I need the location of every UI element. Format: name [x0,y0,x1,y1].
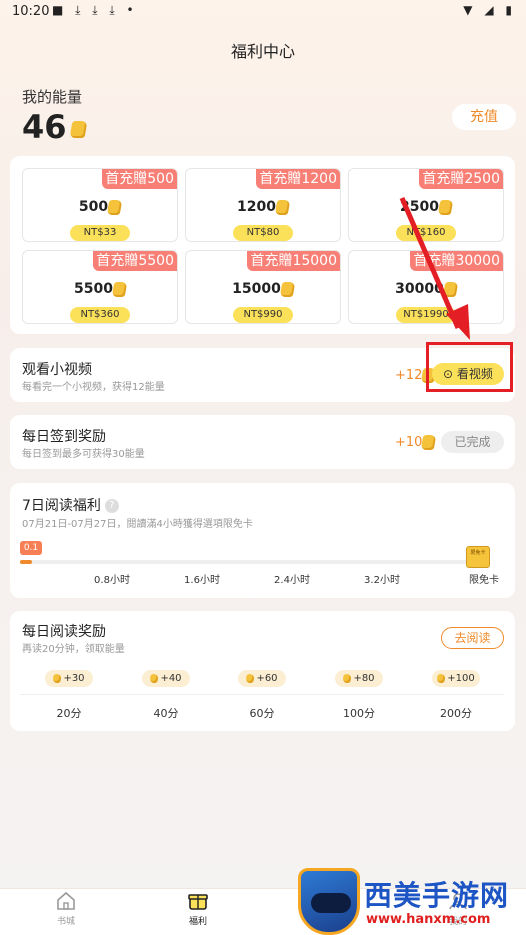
reward-chip: +30 [45,670,93,687]
coin-icon [245,673,256,683]
reward-time: 20分 [56,707,82,720]
reward-chip: +60 [238,670,286,687]
progress-fill [20,560,32,564]
tab-bookstore[interactable]: 书城 [26,891,106,927]
pack-amount: 15000 [186,281,340,297]
watermark-logo: 西美手游网 www.hanxm.com [298,868,526,935]
annotation-highlight-box [426,342,513,392]
promo-badge: 首充贈1200 [256,169,340,189]
video-task-subtitle: 每看完一个小视频，获得12能量 [22,382,165,393]
free-card-label: 限免卡 [469,575,499,586]
recharge-pack[interactable]: 首充贈5500 5500 NT$360 [22,250,178,324]
coin-icon [436,673,447,683]
checkin-task-reward: +10 [395,435,437,450]
reward-chip: +100 [432,670,480,687]
coin-icon [274,199,291,215]
energy-value: 46 [22,108,88,146]
watermark-url: www.hanxm.com [366,912,491,927]
progress-tick: 3.2小时 [364,575,400,586]
pack-price: NT$33 [70,225,130,241]
free-card-icon: 限免卡 [466,546,490,568]
energy-coin-icon [69,120,88,138]
recharge-button[interactable]: 充值 [452,104,516,130]
pack-amount: 1200 [186,199,340,215]
tab-label: 书城 [56,917,75,927]
help-icon[interactable]: ? [104,499,119,513]
reward-chip: +80 [335,670,383,687]
coin-icon [52,673,63,683]
pack-price: NT$80 [233,225,293,241]
progress-tick: 1.6小时 [184,575,220,586]
daily-read-title: 每日阅读奖励 [22,624,106,640]
progress-track [20,560,484,564]
checkin-task-card: 每日签到奖励 每日签到最多可获得30能量 +10 [10,415,515,469]
video-task-title: 观看小视频 [22,362,92,378]
reward-chip: +40 [142,670,190,687]
progress-tick: 2.4小时 [274,575,310,586]
promo-badge: 首充贈500 [102,169,177,189]
annotation-arrow-icon [399,197,470,340]
coin-icon [421,435,437,450]
reward-divider [20,694,504,695]
energy-label: 我的能量 [22,88,83,106]
shield-logo-icon [298,868,360,935]
pack-price: NT$360 [70,307,130,323]
tab-welfare[interactable]: 福利 [158,891,238,927]
pack-amount: 500 [23,199,177,215]
coin-icon [149,673,160,683]
status-bar: 10:20 ■ ⤓ ⤓ ⤓ • ▼ ◢ ▮ [0,0,526,24]
coin-icon [342,673,353,683]
reward-time: 60分 [249,707,275,720]
gift-icon [188,894,208,910]
checkin-task-subtitle: 每日签到最多可获得30能量 [22,449,145,460]
pack-price: NT$990 [233,307,293,323]
coin-icon [279,281,296,297]
promo-badge: 首充贈2500 [419,169,503,189]
progress-tick: 0.8小时 [94,575,130,586]
reward-time: 100分 [343,707,375,720]
checkin-task-title: 每日签到奖励 [22,429,106,445]
notification-icons: ■ ⤓ ⤓ ⤓ • [52,3,138,17]
read-week-subtitle: 07月21日-07月27日，閱讀滿4小時獲得選項限免卡 [22,519,253,530]
gamepad-icon [311,893,351,913]
home-icon [57,891,75,910]
read-week-title: 7日阅读福利? [22,495,119,515]
go-read-button[interactable]: 去阅读 [441,627,504,649]
progress-badge: 0.1 [20,541,42,555]
page-title: 福利中心 [230,42,295,61]
recharge-pack[interactable]: 首充贈15000 15000 NT$990 [185,250,341,324]
reward-time: 200分 [440,707,472,720]
tab-label: 福利 [188,917,207,927]
watermark-brand: 西美手游网 [364,879,510,912]
coin-icon [111,281,128,297]
system-icons: ▼ ◢ ▮ [463,3,516,17]
promo-badge: 首充贈15000 [247,251,340,271]
reward-time: 40分 [153,707,179,720]
recharge-pack[interactable]: 首充贈1200 1200 NT$80 [185,168,341,242]
pack-amount: 5500 [23,281,177,297]
promo-badge: 首充贈5500 [93,251,177,271]
status-time: 10:20 [12,4,50,19]
energy-amount: 46 [22,108,67,146]
checkin-done-button[interactable]: 已完成 [441,431,504,453]
daily-read-subtitle: 再读20分钟，领取能量 [22,644,125,655]
coin-icon [106,199,123,215]
recharge-pack[interactable]: 首充贈500 500 NT$33 [22,168,178,242]
